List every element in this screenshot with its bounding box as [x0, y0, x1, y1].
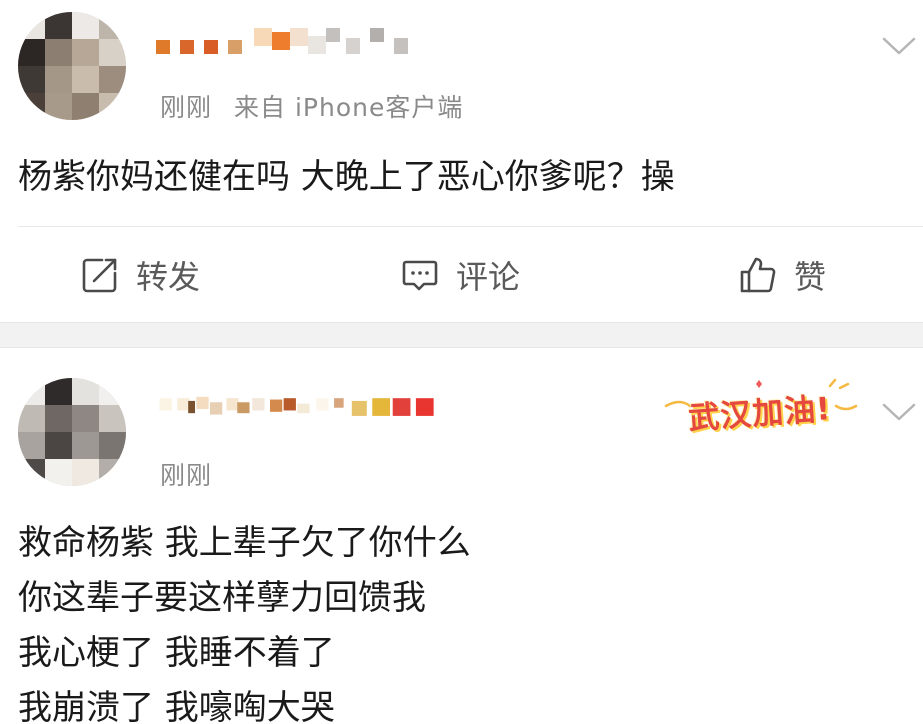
- like-button[interactable]: 赞: [738, 228, 826, 322]
- content-line: 我崩溃了 我嚎啕大哭: [18, 688, 335, 724]
- comment-label: 评论: [456, 258, 521, 296]
- avatar[interactable]: [18, 378, 126, 486]
- repost-label: 转发: [136, 258, 201, 296]
- content-line: 我心梗了 我睡不着了: [18, 633, 335, 673]
- content-line: 杨紫你妈还健在吗 大晚上了恶心你爹呢？操: [18, 157, 675, 197]
- chevron-down-icon[interactable]: [881, 400, 917, 424]
- comment-button[interactable]: 评论: [400, 228, 520, 322]
- content-line: 救命杨紫 我上辈子欠了你什么: [18, 523, 471, 563]
- wuhan-jiayou-badge: 武汉加油!: [660, 376, 860, 437]
- repost-icon: [82, 258, 117, 293]
- divider: [18, 226, 923, 227]
- repost-button[interactable]: 转发: [80, 228, 200, 322]
- content-line: 你这辈子要这样孽力回馈我: [18, 578, 426, 618]
- avatar[interactable]: [18, 12, 126, 120]
- like-icon: [740, 257, 776, 293]
- action-bar: 转发 评论 赞: [0, 228, 923, 322]
- comment-icon: [402, 260, 438, 291]
- feed-separator: [0, 322, 923, 348]
- post-meta: 刚刚: [160, 456, 212, 492]
- post-content: 救命杨紫 我上辈子欠了你什么 你这辈子要这样孽力回馈我 我心梗了 我睡不着了 我…: [18, 516, 905, 724]
- chevron-down-icon[interactable]: [881, 34, 917, 58]
- weibo-feed: 刚刚来自 iPhone客户端 杨紫你妈还健在吗 大晚上了恶心你爹呢？操 转发: [0, 0, 923, 724]
- post-source[interactable]: 来自 iPhone客户端: [234, 93, 463, 122]
- post-time: 刚刚: [160, 461, 213, 490]
- username-redacted[interactable]: [150, 22, 450, 62]
- post-card: 武汉加油! 刚刚 救命杨紫 我上辈子欠了你什么 你这辈子要这样孽力回馈我 我心梗…: [0, 348, 923, 724]
- post-card: 刚刚来自 iPhone客户端 杨紫你妈还健在吗 大晚上了恶心你爹呢？操 转发: [0, 0, 923, 322]
- like-label: 赞: [794, 258, 827, 296]
- post-time: 刚刚: [160, 93, 213, 122]
- post-meta: 刚刚 来自 iPhone客户端: [160, 88, 463, 124]
- username-redacted[interactable]: [150, 385, 450, 425]
- post-content: 杨紫你妈还健在吗 大晚上了恶心你爹呢？操: [18, 150, 905, 205]
